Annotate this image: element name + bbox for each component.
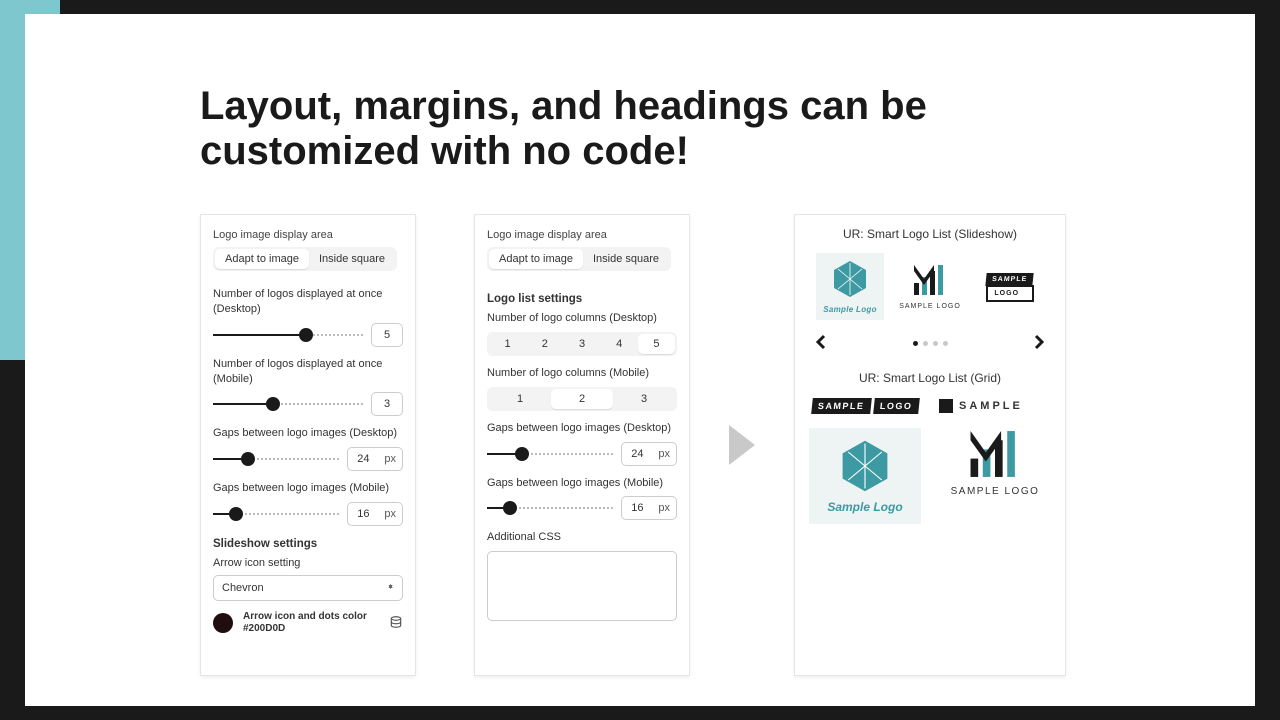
cols-mobile-seg[interactable]: 1 2 3 xyxy=(487,387,677,411)
gap-mobile-label: Gaps between logo images (Mobile) xyxy=(213,481,403,496)
logo-list-settings-heading: Logo list settings xyxy=(487,293,677,305)
arrow-right-icon xyxy=(728,425,756,465)
grid-logo-2[interactable]: SAMPLE xyxy=(939,397,1051,414)
seg-inside-square-2[interactable]: Inside square xyxy=(583,249,669,269)
slideshow-next-button[interactable] xyxy=(1031,334,1047,353)
gap-desktop-input-2[interactable]: 24 px xyxy=(621,442,677,466)
arrow-icon-label: Arrow icon setting xyxy=(213,556,403,571)
slideshow-dot-1[interactable] xyxy=(913,341,918,346)
select-chevron-icon: ▲▼ xyxy=(387,587,394,588)
slideshow-logo-1[interactable]: Sample Logo xyxy=(816,253,884,320)
gap-desktop-slider-2[interactable] xyxy=(487,447,613,461)
grid-logo-2-text: SAMPLE xyxy=(959,400,1023,412)
display-area-segmented[interactable]: Adapt to image Inside square xyxy=(213,247,397,271)
slideshow-settings-heading: Slideshow settings xyxy=(213,538,403,550)
seg-inside-square[interactable]: Inside square xyxy=(309,249,395,269)
cols-desktop-2[interactable]: 2 xyxy=(526,334,563,354)
page-headline: Layout, margins, and headings can be cus… xyxy=(200,84,1105,174)
content-card: Layout, margins, and headings can be cus… xyxy=(25,14,1255,706)
grid-logo-3-text: Sample Logo xyxy=(827,500,902,514)
cols-mobile-3[interactable]: 3 xyxy=(613,389,675,409)
cols-desktop-5[interactable]: 5 xyxy=(638,334,675,354)
num-mobile-label: Number of logos displayed at once (Mobil… xyxy=(213,357,403,387)
hexagon-logo-icon xyxy=(834,438,896,494)
num-desktop-slider[interactable] xyxy=(213,328,363,342)
grid-logo-4-text: SAMPLE LOGO xyxy=(951,486,1040,497)
settings-panel-grid: Logo image display area Adapt to image I… xyxy=(474,214,690,676)
bars-m-logo-icon xyxy=(910,263,950,297)
gap-mobile-slider[interactable] xyxy=(213,507,339,521)
color-stack-icon[interactable] xyxy=(389,615,403,632)
cols-desktop-3[interactable]: 3 xyxy=(563,334,600,354)
num-mobile-input[interactable]: 3 xyxy=(371,392,403,416)
slideshow-logo-row: Sample Logo SAMPLE LOGO SAMPLE L xyxy=(809,253,1051,320)
cols-mobile-1[interactable]: 1 xyxy=(489,389,551,409)
grid-preview-title: UR: Smart Logo List (Grid) xyxy=(809,371,1051,385)
gap-desktop-slider[interactable] xyxy=(213,452,339,466)
num-desktop-label: Number of logos displayed at once (Deskt… xyxy=(213,287,403,317)
cols-mobile-label: Number of logo columns (Mobile) xyxy=(487,366,677,381)
square-icon xyxy=(939,399,953,413)
slideshow-nav xyxy=(813,334,1047,353)
gap-mobile-slider-2[interactable] xyxy=(487,501,613,515)
cols-desktop-1[interactable]: 1 xyxy=(489,334,526,354)
cols-desktop-4[interactable]: 4 xyxy=(601,334,638,354)
display-area-segmented-2[interactable]: Adapt to image Inside square xyxy=(487,247,671,271)
gap-mobile-input-2[interactable]: 16 px xyxy=(621,496,677,520)
hexagon-logo-icon xyxy=(830,259,870,299)
gap-desktop-input[interactable]: 24 px xyxy=(347,447,403,471)
slideshow-preview-title: UR: Smart Logo List (Slideshow) xyxy=(809,227,1051,241)
seg-adapt-to-image-2[interactable]: Adapt to image xyxy=(489,249,583,269)
arrow-color-row[interactable]: Arrow icon and dots color #200D0D xyxy=(213,611,403,636)
slideshow-dot-3[interactable] xyxy=(933,341,938,346)
panels-row: Logo image display area Adapt to image I… xyxy=(200,214,1105,676)
gap-mobile-input[interactable]: 16 px xyxy=(347,502,403,526)
gap-desktop-label-2: Gaps between logo images (Desktop) xyxy=(487,421,677,436)
chevron-right-icon xyxy=(1031,334,1047,350)
additional-css-textarea[interactable] xyxy=(487,551,677,621)
num-desktop-input[interactable]: 5 xyxy=(371,323,403,347)
chevron-left-icon xyxy=(813,334,829,350)
gap-mobile-label-2: Gaps between logo images (Mobile) xyxy=(487,476,677,491)
color-text: Arrow icon and dots color #200D0D xyxy=(243,611,367,636)
sample-logo-badge-dark-icon: SAMPLE LOGO xyxy=(812,397,918,414)
display-area-label: Logo image display area xyxy=(213,229,403,241)
slideshow-dot-4[interactable] xyxy=(943,341,948,346)
grid-logo-1[interactable]: SAMPLE LOGO xyxy=(809,397,921,414)
bars-m-logo-icon xyxy=(964,428,1026,480)
cols-mobile-2[interactable]: 2 xyxy=(551,389,613,409)
slideshow-logo-2[interactable]: SAMPLE LOGO xyxy=(896,263,964,310)
cols-desktop-seg[interactable]: 1 2 3 4 5 xyxy=(487,332,677,356)
slideshow-prev-button[interactable] xyxy=(813,334,829,353)
cols-desktop-label: Number of logo columns (Desktop) xyxy=(487,311,677,326)
seg-adapt-to-image[interactable]: Adapt to image xyxy=(215,249,309,269)
preview-panel: UR: Smart Logo List (Slideshow) Sample L… xyxy=(794,214,1066,676)
display-area-label-2: Logo image display area xyxy=(487,229,677,241)
slideshow-logo-3[interactable]: SAMPLE LOGO xyxy=(976,272,1044,302)
num-mobile-slider[interactable] xyxy=(213,397,363,411)
slideshow-dots[interactable] xyxy=(913,341,948,346)
arrow-icon-select[interactable]: Chevron ▲▼ xyxy=(213,575,403,601)
gap-desktop-label: Gaps between logo images (Desktop) xyxy=(213,426,403,441)
settings-panel-slideshow: Logo image display area Adapt to image I… xyxy=(200,214,416,676)
grid-logo-4[interactable]: SAMPLE LOGO xyxy=(939,428,1051,524)
grid-logo-grid: SAMPLE LOGO SAMPLE Sample Logo xyxy=(809,397,1051,524)
color-swatch[interactable] xyxy=(213,613,233,633)
grid-logo-3[interactable]: Sample Logo xyxy=(809,428,921,524)
slideshow-dot-2[interactable] xyxy=(923,341,928,346)
additional-css-label: Additional CSS xyxy=(487,530,677,545)
arrow-icon-select-value: Chevron xyxy=(222,582,264,594)
sample-logo-badge-icon: SAMPLE LOGO xyxy=(986,272,1033,302)
